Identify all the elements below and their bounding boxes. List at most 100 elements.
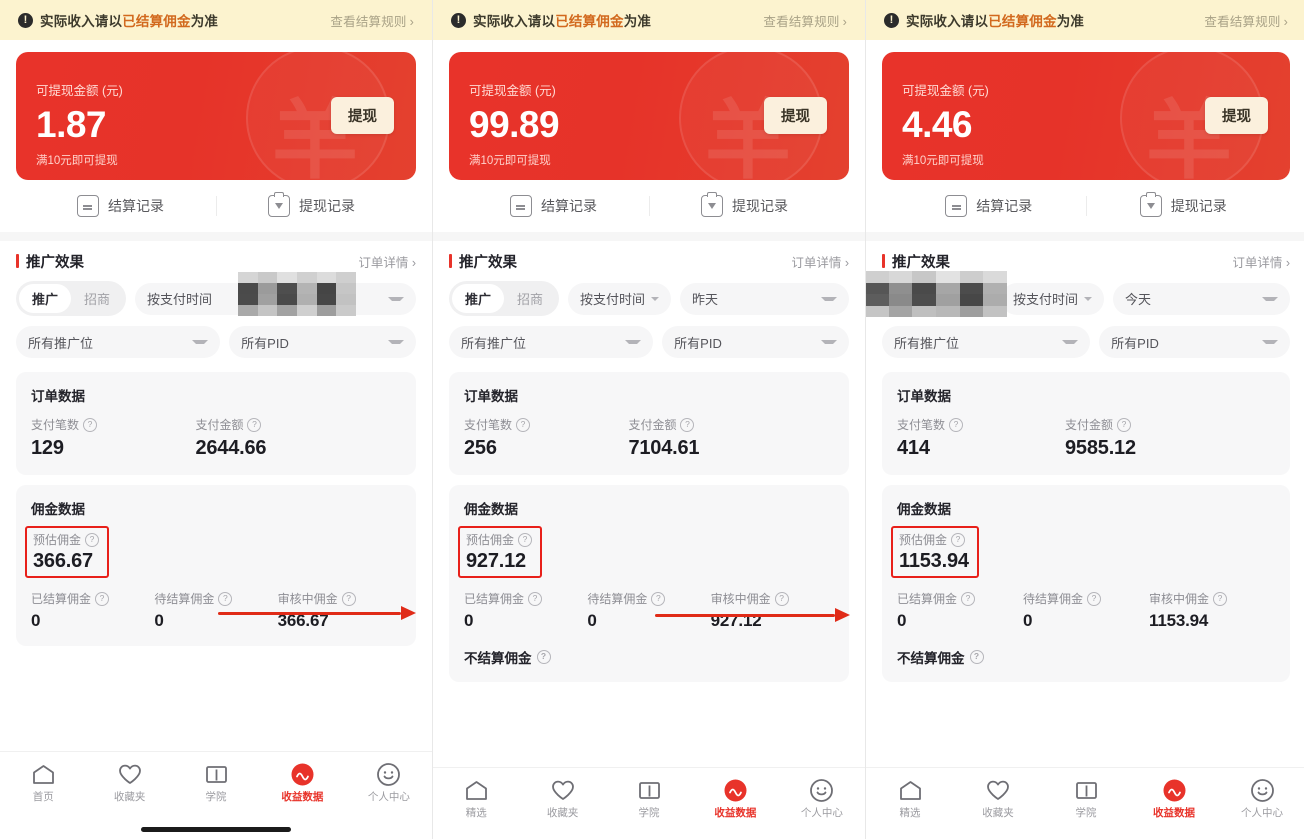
view-settlement-rules-link[interactable]: 查看结算规则 › [330, 11, 414, 30]
home-icon [0, 761, 86, 787]
nav-item-academy[interactable]: 学院 [1042, 777, 1130, 820]
pid-filter[interactable]: 所有PID [662, 326, 849, 358]
commission-data-title: 佣金数据 [897, 502, 951, 517]
help-icon[interactable]: ? [247, 417, 262, 432]
nav-item-profile[interactable]: 个人中心 [779, 777, 865, 820]
heart-icon [86, 761, 172, 787]
balance-amount: 1.87 [36, 104, 107, 145]
info-icon: ! [451, 12, 466, 28]
slot-filter[interactable]: 所有推广位 [449, 326, 654, 358]
date-range-filter[interactable]: 今天 [1113, 282, 1290, 315]
metric-label: 待结算佣金? [587, 590, 710, 607]
help-icon[interactable]: ? [528, 591, 543, 606]
nav-item-favorites[interactable]: 收藏夹 [519, 777, 605, 820]
payment-time-label: 按支付时间 [147, 292, 213, 307]
segment-promotion[interactable]: 推广 [19, 284, 72, 313]
redaction-mosaic-date [238, 272, 356, 316]
date-range-filter[interactable]: 昨天 [680, 282, 849, 315]
nav-item-academy[interactable]: 学院 [173, 761, 259, 804]
nav-item-profile[interactable]: 个人中心 [346, 761, 432, 804]
nav-item-profile[interactable]: 个人中心 [1218, 777, 1304, 820]
chevron-right-icon: › [1285, 255, 1290, 270]
help-icon[interactable]: ? [1213, 591, 1228, 606]
help-icon[interactable]: ? [218, 591, 233, 606]
help-icon[interactable]: ? [951, 532, 966, 547]
help-icon[interactable]: ? [85, 532, 100, 547]
nav-item-academy[interactable]: 学院 [606, 777, 692, 820]
metric-paid-count: 支付笔数? 256 [464, 416, 628, 460]
nav-item-favorites[interactable]: 收藏夹 [954, 777, 1042, 820]
help-icon[interactable]: ? [949, 417, 964, 432]
metric-settled-commission: 已结算佣金? 0 [897, 590, 1023, 631]
slot-filter[interactable]: 所有推广位 [882, 326, 1091, 358]
view-settlement-rules-link[interactable]: 查看结算规则 › [763, 11, 847, 30]
help-icon[interactable]: ? [518, 532, 533, 547]
nav-item-earnings[interactable]: 收益数据 [692, 777, 778, 820]
view-settlement-rules-link[interactable]: 查看结算规则 › [1204, 11, 1288, 30]
settlement-records-link[interactable]: 结算记录 [892, 195, 1086, 217]
nav-item-featured[interactable]: 精选 [433, 777, 519, 820]
nav-item-earnings[interactable]: 收益数据 [259, 761, 345, 804]
bottom-navigation-2: 精选 收藏夹 学院 收益数据 个人中心 [433, 767, 865, 839]
nav-item-featured[interactable]: 精选 [866, 777, 954, 820]
nav-label: 精选 [465, 807, 487, 819]
withdraw-button[interactable]: 提现 [764, 97, 827, 134]
section-divider [433, 232, 865, 241]
help-icon[interactable]: ? [1087, 591, 1102, 606]
help-icon[interactable]: ? [961, 591, 976, 606]
withdraw-button[interactable]: 提现 [1205, 97, 1268, 134]
metric-paid-amount: 支付金额? 2644.66 [195, 416, 401, 460]
payment-time-filter[interactable]: 按支付时间 [568, 282, 672, 315]
metric-label: 支付笔数? [464, 416, 628, 433]
withdrawal-records-link[interactable]: 提现记录 [650, 195, 840, 217]
slot-filter[interactable]: 所有推广位 [16, 326, 221, 358]
filter-row-1: 推广 招商 按支付时间 昨天 [449, 281, 849, 316]
nav-item-earnings[interactable]: 收益数据 [1130, 777, 1218, 820]
nav-item-home[interactable]: 首页 [0, 761, 86, 804]
help-icon[interactable]: ? [536, 650, 551, 664]
help-icon[interactable]: ? [651, 591, 666, 606]
order-details-link[interactable]: 订单详情 › [358, 252, 416, 271]
nav-label: 收益数据 [281, 791, 324, 803]
segment-recruitment[interactable]: 招商 [71, 284, 123, 313]
help-icon[interactable]: ? [95, 591, 110, 606]
balance-text-block: 可提现金额 (元) 4.46 满10元即可提现 [882, 64, 989, 168]
metric-paid-amount: 支付金额? 9585.12 [1065, 416, 1275, 460]
withdrawal-records-link[interactable]: 提现记录 [1087, 195, 1281, 217]
help-icon[interactable]: ? [680, 417, 695, 432]
payment-time-label: 按支付时间 [1013, 292, 1079, 307]
nav-item-favorites[interactable]: 收藏夹 [86, 761, 172, 804]
estimated-commission-value: 927.12 [466, 550, 526, 572]
chevron-down-icon [821, 340, 837, 344]
settlement-records-label: 结算记录 [976, 198, 1033, 214]
slot-filter-label: 所有推广位 [894, 335, 960, 351]
metric-label: 待结算佣金? [1023, 590, 1149, 607]
metric-label: 审核中佣金? [1149, 590, 1275, 607]
settlement-records-link[interactable]: 结算记录 [25, 195, 215, 217]
info-icon: ! [884, 12, 899, 28]
metric-paid-count: 支付笔数? 129 [31, 416, 195, 460]
order-details-link[interactable]: 订单详情 › [791, 252, 849, 271]
help-icon[interactable]: ? [774, 591, 789, 606]
help-icon[interactable]: ? [516, 417, 531, 432]
help-icon[interactable]: ? [969, 650, 984, 664]
pid-filter[interactable]: 所有PID [1099, 326, 1290, 358]
segment-promotion[interactable]: 推广 [452, 284, 505, 313]
balance-label: 可提现金额 (元) [469, 84, 556, 98]
metric-label: 预估佣金? [466, 531, 533, 548]
help-icon[interactable]: ? [83, 417, 98, 432]
order-data-title: 订单数据 [31, 389, 85, 404]
help-icon[interactable]: ? [341, 591, 356, 606]
withdraw-button[interactable]: 提现 [331, 97, 394, 134]
estimated-commission-value: 366.67 [33, 550, 93, 572]
payment-time-filter[interactable]: 按支付时间 [1001, 282, 1105, 315]
withdrawal-records-link[interactable]: 提现记录 [217, 195, 407, 217]
segment-recruitment[interactable]: 招商 [504, 284, 556, 313]
channel-segmented-control[interactable]: 推广 招商 [16, 281, 127, 316]
pid-filter[interactable]: 所有PID [229, 326, 416, 358]
channel-segmented-control[interactable]: 推广 招商 [449, 281, 560, 316]
settlement-records-link[interactable]: 结算记录 [458, 195, 648, 217]
order-details-link[interactable]: 订单详情 › [1232, 252, 1290, 271]
balance-label: 可提现金额 (元) [902, 84, 989, 98]
help-icon[interactable]: ? [1117, 417, 1132, 432]
